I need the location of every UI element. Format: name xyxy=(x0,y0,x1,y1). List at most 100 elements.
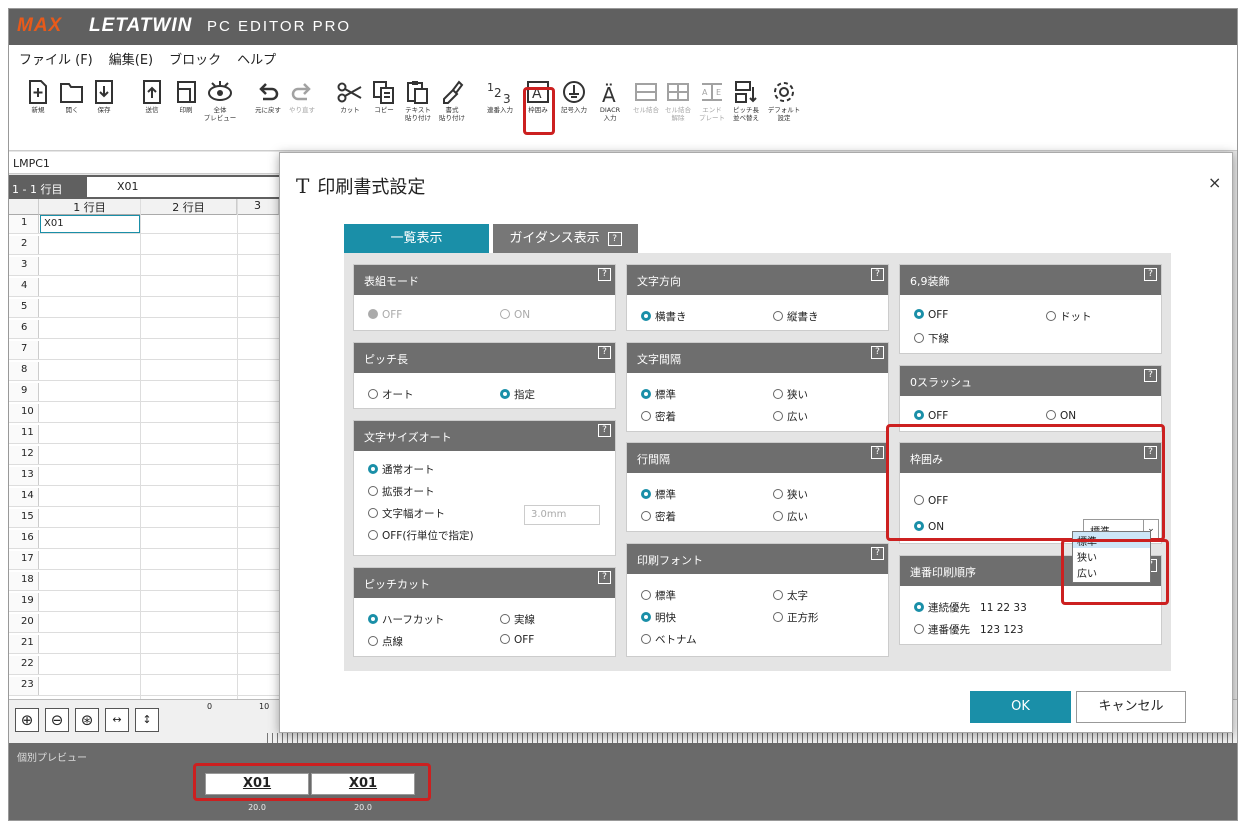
table-row[interactable]: 14 xyxy=(9,488,279,507)
cell-merge-button[interactable]: セル結合 xyxy=(629,79,663,139)
table-row[interactable]: 15 xyxy=(9,509,279,528)
option-cut-dotted[interactable]: 点線 xyxy=(368,634,403,649)
option-serial-number[interactable]: 連番優先 123 123 xyxy=(914,622,1023,637)
table-row[interactable]: 10 xyxy=(9,404,279,423)
option-size-normal-auto[interactable]: 通常オート xyxy=(368,462,435,477)
option-decoration-underline[interactable]: 下線 xyxy=(914,331,949,346)
cell-unmerge-button[interactable]: セル結合 解除 xyxy=(661,79,695,139)
zoom-out-button[interactable]: ⊖ xyxy=(45,708,69,732)
table-row[interactable]: 8 xyxy=(9,362,279,381)
help-icon[interactable]: ? xyxy=(598,346,611,359)
copy-button[interactable]: コピー xyxy=(367,79,401,139)
option-vertical[interactable]: 縦書き xyxy=(773,309,819,324)
option-pitch-specified[interactable]: 指定 xyxy=(500,387,535,402)
option-zero-slash-on[interactable]: ON xyxy=(1046,410,1076,422)
col-header-3[interactable]: 3 xyxy=(237,199,279,215)
table-row[interactable]: 2 xyxy=(9,236,279,255)
option-cut-off[interactable]: OFF xyxy=(500,634,534,646)
help-icon[interactable]: ? xyxy=(871,268,884,281)
option-table-mode-off[interactable]: OFF xyxy=(368,309,402,321)
size-select[interactable]: 3.0mm xyxy=(524,505,600,525)
menu-edit[interactable]: 編集(E) xyxy=(109,49,153,68)
send-button[interactable]: 送信 xyxy=(135,79,169,139)
print-button[interactable]: 印刷 xyxy=(169,79,203,139)
option-font-vietnamese[interactable]: ベトナム xyxy=(641,632,697,647)
menu-block[interactable]: ブロック xyxy=(169,49,221,68)
fit-width-button[interactable]: ↔ xyxy=(105,708,129,732)
symbol-input-button[interactable]: 記号入力 xyxy=(557,79,591,139)
serial-input-button[interactable]: 123 連番入力 xyxy=(483,79,517,139)
cancel-button[interactable]: キャンセル xyxy=(1076,691,1186,723)
default-settings-button[interactable]: デフォルト 設定 xyxy=(767,79,801,139)
table-row[interactable]: 6 xyxy=(9,320,279,339)
col-header-1[interactable]: 1 行目 xyxy=(39,199,141,215)
help-icon[interactable]: ? xyxy=(607,231,622,246)
option-char-narrow[interactable]: 狭い xyxy=(773,387,808,402)
table-row[interactable]: 20 xyxy=(9,614,279,633)
help-icon[interactable]: ? xyxy=(1144,369,1157,382)
table-row[interactable]: 18 xyxy=(9,572,279,591)
option-size-width-auto[interactable]: 文字幅オート xyxy=(368,506,445,521)
help-icon[interactable]: ? xyxy=(1144,268,1157,281)
option-char-standard[interactable]: 標準 xyxy=(641,387,676,402)
close-button[interactable]: × xyxy=(1208,173,1221,192)
fit-height-button[interactable]: ↕ xyxy=(135,708,159,732)
open-button[interactable]: 開く xyxy=(55,79,89,139)
table-row[interactable]: 5 xyxy=(9,299,279,318)
full-preview-button[interactable]: 全体 プレビュー xyxy=(203,79,237,139)
end-plate-button[interactable]: AE エンド プレート xyxy=(695,79,729,139)
table-row[interactable]: 9 xyxy=(9,383,279,402)
help-icon[interactable]: ? xyxy=(598,424,611,437)
option-font-clear[interactable]: 明快 xyxy=(641,610,676,625)
pitch-sort-button[interactable]: ピッチ長 並べ替え xyxy=(729,79,763,139)
table-row[interactable]: 3 xyxy=(9,257,279,276)
menu-file[interactable]: ファイル (F) xyxy=(19,49,93,68)
diacritic-input-button[interactable]: Ä DIACR 入力 xyxy=(593,79,627,139)
table-row[interactable]: 22 xyxy=(9,656,279,675)
cell-1-1[interactable]: X01 xyxy=(40,215,140,233)
option-font-bold[interactable]: 太字 xyxy=(773,588,808,603)
option-pitch-auto[interactable]: オート xyxy=(368,387,414,402)
help-icon[interactable]: ? xyxy=(871,547,884,560)
table-row[interactable]: 23 xyxy=(9,677,279,696)
table-row[interactable]: 16 xyxy=(9,530,279,549)
option-font-standard[interactable]: 標準 xyxy=(641,588,676,603)
option-line-wide[interactable]: 広い xyxy=(773,509,808,524)
table-row[interactable]: 21 xyxy=(9,635,279,654)
help-icon[interactable]: ? xyxy=(871,346,884,359)
option-line-narrow[interactable]: 狭い xyxy=(773,487,808,502)
save-button[interactable]: 保存 xyxy=(87,79,121,139)
paste-format-button[interactable]: 書式 貼り付け xyxy=(435,79,469,139)
table-row[interactable]: 4 xyxy=(9,278,279,297)
tab-guidance-view[interactable]: ガイダンス表示? xyxy=(493,224,638,253)
option-char-tight[interactable]: 密着 xyxy=(641,409,676,424)
option-size-extended-auto[interactable]: 拡張オート xyxy=(368,484,435,499)
table-row[interactable]: 12 xyxy=(9,446,279,465)
option-decoration-off[interactable]: OFF xyxy=(914,309,948,321)
paste-text-button[interactable]: テキスト 貼り付け xyxy=(401,79,435,139)
ok-button[interactable]: OK xyxy=(970,691,1071,723)
option-size-off[interactable]: OFF(行単位で指定) xyxy=(368,528,474,543)
option-horizontal[interactable]: 横書き xyxy=(641,309,687,324)
option-decoration-dot[interactable]: ドット xyxy=(1046,309,1092,324)
option-font-square[interactable]: 正方形 xyxy=(773,610,819,625)
table-row[interactable]: 13 xyxy=(9,467,279,486)
option-table-mode-on[interactable]: ON xyxy=(500,309,530,321)
cut-button[interactable]: カット xyxy=(333,79,367,139)
tab-list-view[interactable]: 一覧表示 xyxy=(344,224,489,253)
table-row[interactable]: 11 xyxy=(9,425,279,444)
option-char-wide[interactable]: 広い xyxy=(773,409,808,424)
option-serial-continuous[interactable]: 連続優先 11 22 33 xyxy=(914,600,1027,615)
table-row[interactable]: 17 xyxy=(9,551,279,570)
option-zero-slash-off[interactable]: OFF xyxy=(914,410,948,422)
undo-button[interactable]: 元に戻す xyxy=(251,79,285,139)
new-button[interactable]: 新規 xyxy=(21,79,55,139)
zoom-reset-button[interactable]: ⊛ xyxy=(75,708,99,732)
option-cut-half[interactable]: ハーフカット xyxy=(368,612,444,627)
row-value-input[interactable]: X01 xyxy=(87,177,279,197)
help-icon[interactable]: ? xyxy=(598,268,611,281)
table-row[interactable]: 19 xyxy=(9,593,279,612)
col-header-2[interactable]: 2 行目 xyxy=(141,199,237,215)
help-icon[interactable]: ? xyxy=(598,571,611,584)
option-line-tight[interactable]: 密着 xyxy=(641,509,676,524)
